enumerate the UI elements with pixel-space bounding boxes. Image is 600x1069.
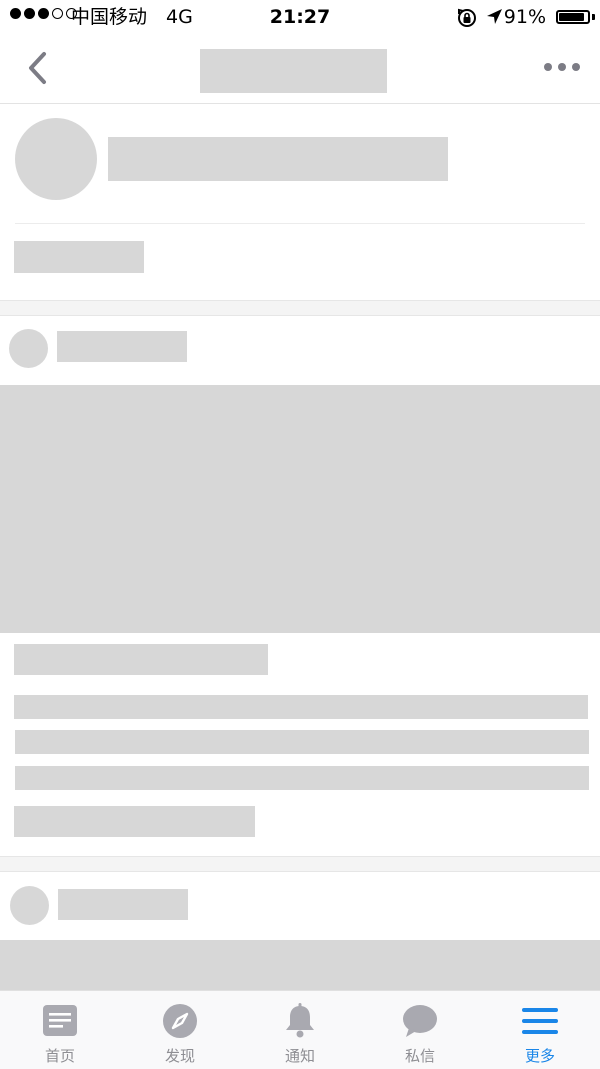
battery-percent: 91% bbox=[503, 6, 546, 28]
post-text-line-placeholder bbox=[15, 730, 589, 754]
tab-label: 首页 bbox=[44, 1047, 75, 1065]
compass-icon bbox=[163, 1004, 197, 1038]
profile-meta-placeholder bbox=[14, 241, 144, 273]
nav-bar bbox=[0, 36, 600, 104]
chat-bubble-icon bbox=[403, 1005, 437, 1037]
post-author-name-placeholder bbox=[58, 889, 188, 920]
post-image-placeholder bbox=[0, 385, 600, 633]
tab-bar: 首页 发现 通知 私信 更多 bbox=[0, 990, 600, 1069]
avatar-placeholder bbox=[15, 118, 97, 200]
chevron-left-icon[interactable] bbox=[24, 50, 52, 86]
post-author-avatar-placeholder bbox=[9, 329, 48, 368]
post-title-placeholder bbox=[14, 644, 268, 675]
tab-messages[interactable]: 私信 bbox=[360, 991, 480, 1069]
battery-level bbox=[559, 13, 584, 21]
post-author-name-placeholder bbox=[57, 331, 187, 362]
tab-more[interactable]: 更多 bbox=[480, 991, 600, 1069]
post-text-line-placeholder bbox=[14, 695, 588, 719]
more-dots-icon[interactable] bbox=[542, 60, 582, 74]
battery-icon bbox=[556, 10, 590, 24]
home-icon bbox=[43, 1005, 77, 1036]
post-card[interactable] bbox=[0, 316, 600, 856]
header-divider bbox=[15, 223, 585, 224]
page-title-placeholder bbox=[200, 49, 387, 93]
profile-name-placeholder bbox=[108, 137, 448, 181]
tab-label: 通知 bbox=[284, 1047, 315, 1065]
section-separator bbox=[0, 300, 600, 316]
profile-header bbox=[0, 104, 600, 300]
post-author-avatar-placeholder bbox=[10, 886, 49, 925]
post-image-placeholder bbox=[0, 940, 600, 990]
tab-label: 更多 bbox=[524, 1047, 555, 1065]
location-arrow-icon bbox=[487, 9, 502, 24]
orientation-lock-icon bbox=[458, 8, 476, 27]
tab-notifications[interactable]: 通知 bbox=[240, 991, 360, 1069]
tab-home[interactable]: 首页 bbox=[0, 991, 120, 1069]
tab-discover[interactable]: 发现 bbox=[120, 991, 240, 1069]
section-separator bbox=[0, 856, 600, 872]
tab-label: 私信 bbox=[404, 1047, 435, 1065]
post-text-line-placeholder bbox=[15, 766, 589, 790]
menu-icon bbox=[522, 1008, 558, 1034]
status-bar: 中国移动 4G 21:27 91% bbox=[0, 0, 600, 36]
post-card[interactable] bbox=[0, 872, 600, 990]
post-footer-placeholder bbox=[14, 806, 255, 837]
bell-icon bbox=[286, 1003, 314, 1038]
tab-label: 发现 bbox=[164, 1047, 195, 1065]
